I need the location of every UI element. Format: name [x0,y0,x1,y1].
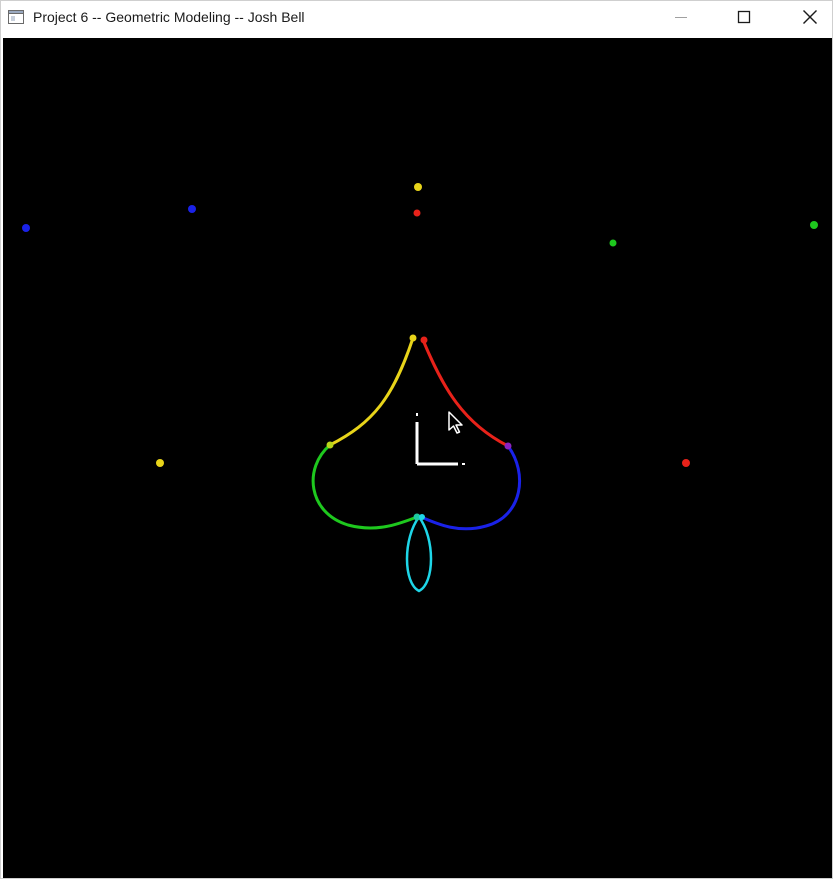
window-title: Project 6 -- Geometric Modeling -- Josh … [33,9,305,25]
curve-yellow [328,336,415,447]
knot-point[interactable] [420,336,428,344]
control-point-yellow[interactable] [156,459,164,467]
close-icon [803,10,817,24]
close-button[interactable] [787,1,833,33]
control-point-red[interactable] [413,209,421,217]
maximize-icon [737,10,751,24]
control-point-blue[interactable] [22,224,30,232]
curve-green [311,443,419,530]
render-canvas[interactable] [3,38,832,878]
scene-svg [22,183,818,593]
control-point-green[interactable] [810,221,818,229]
title-bar[interactable]: Project 6 -- Geometric Modeling -- Josh … [1,1,832,34]
control-point-blue[interactable] [188,205,196,213]
mouse-pointer-icon [448,411,463,434]
app-icon [8,10,24,24]
control-point-yellow[interactable] [414,183,422,191]
curve-red [421,338,510,448]
minimize-icon [675,17,687,18]
knot-point[interactable] [419,514,425,520]
curve-cyan [405,514,433,593]
app-window: Project 6 -- Geometric Modeling -- Josh … [0,0,833,879]
control-point-red[interactable] [682,459,690,467]
knot-point[interactable] [326,441,334,449]
maximize-button[interactable] [721,1,767,33]
control-point-green[interactable] [609,239,617,247]
curve-blue [419,444,522,531]
minimize-button[interactable] [658,1,704,33]
knot-point[interactable] [409,334,417,342]
knot-point[interactable] [504,442,512,450]
